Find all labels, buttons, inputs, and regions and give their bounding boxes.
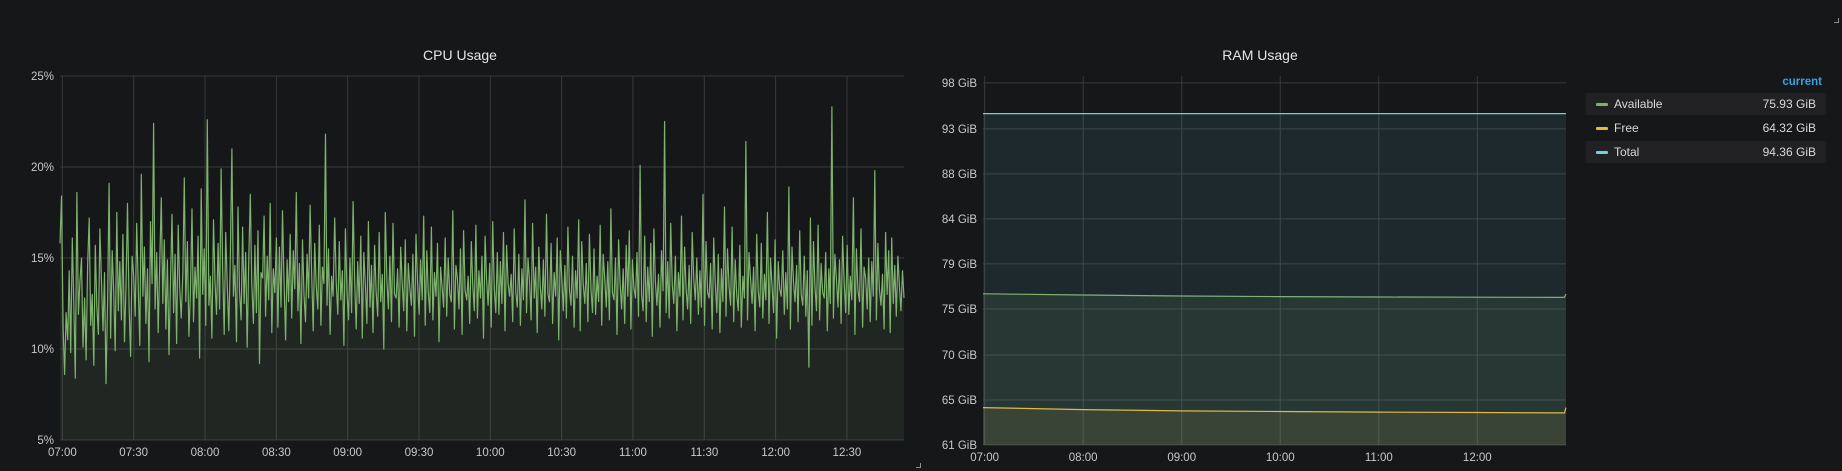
legend-item-value: 94.36 GiB bbox=[1762, 145, 1816, 159]
y-tick-label: 88 GiB bbox=[942, 169, 977, 181]
legend-item-value: 64.32 GiB bbox=[1762, 121, 1816, 135]
legend-item-name: Total bbox=[1614, 145, 1640, 159]
legend-item-free[interactable]: Free 64.32 GiB bbox=[1586, 117, 1826, 139]
y-tick-label: 79 GiB bbox=[942, 259, 977, 271]
legend-swatch-available bbox=[1596, 103, 1608, 106]
legend-item-total[interactable]: Total 94.36 GiB bbox=[1586, 141, 1826, 163]
y-tick-label: 61 GiB bbox=[942, 440, 977, 452]
y-tick-label: 93 GiB bbox=[942, 124, 977, 136]
ram-panel-resize-handle[interactable] bbox=[1834, 18, 1839, 23]
ram-legend: current Available 75.93 GiB Free 64.32 G… bbox=[1586, 76, 1826, 165]
y-tick-label: 84 GiB bbox=[942, 214, 977, 226]
y-tick-label: 75 GiB bbox=[942, 304, 977, 316]
x-tick-label: 08:00 bbox=[1069, 452, 1098, 464]
x-tick-label: 07:00 bbox=[970, 452, 999, 464]
y-tick-label: 65 GiB bbox=[942, 395, 977, 407]
legend-item-name: Available bbox=[1614, 97, 1663, 111]
series-area-total bbox=[983, 113, 1566, 445]
x-tick-label: 09:00 bbox=[1167, 452, 1196, 464]
cpu-panel-resize-handle[interactable] bbox=[916, 463, 921, 468]
legend-swatch-free bbox=[1596, 127, 1608, 130]
x-tick-label: 11:00 bbox=[1365, 452, 1393, 464]
legend-item-available[interactable]: Available 75.93 GiB bbox=[1586, 93, 1826, 115]
legend-sort-header-current[interactable]: current bbox=[1586, 76, 1826, 88]
x-tick-label: 12:00 bbox=[1463, 452, 1492, 464]
x-tick-label: 10:00 bbox=[1266, 452, 1295, 464]
legend-swatch-total bbox=[1596, 151, 1608, 154]
y-tick-label: 98 GiB bbox=[942, 78, 977, 90]
legend-item-value: 75.93 GiB bbox=[1762, 97, 1816, 111]
ram-usage-chart: 61 GiB 65 GiB 70 GiB 75 GiB 79 GiB 84 GiB 88 G… bbox=[942, 76, 1567, 464]
y-tick-label: 70 GiB bbox=[942, 350, 977, 362]
legend-item-name: Free bbox=[1614, 121, 1639, 135]
